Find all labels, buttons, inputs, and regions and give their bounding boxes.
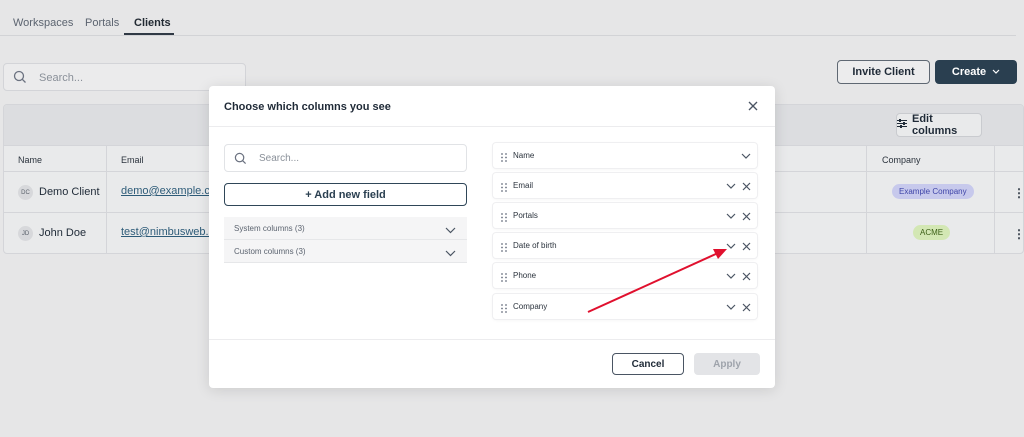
edit-columns-label: Edit columns bbox=[912, 113, 958, 137]
column-label: Portals bbox=[513, 211, 538, 220]
column-label: Name bbox=[513, 151, 535, 160]
row-menu-icon[interactable]: ⋮ bbox=[1013, 227, 1023, 241]
group-label: System columns (3) bbox=[234, 224, 305, 233]
column-item-company[interactable]: Company bbox=[493, 294, 757, 319]
search-placeholder: Search... bbox=[39, 72, 84, 84]
remove-column-icon[interactable] bbox=[742, 210, 751, 224]
custom-columns-group[interactable]: Custom columns (3) bbox=[224, 240, 467, 263]
choose-columns-modal: Choose which columns you see + Add new f… bbox=[209, 86, 775, 388]
sliders-icon bbox=[897, 119, 907, 131]
tab-portals[interactable]: Portals bbox=[85, 17, 119, 29]
remove-column-icon[interactable] bbox=[742, 240, 751, 254]
column-item-portals[interactable]: Portals bbox=[493, 203, 757, 228]
remove-column-icon[interactable] bbox=[742, 270, 751, 284]
chevron-down-icon bbox=[445, 223, 456, 237]
tab-clients[interactable]: Clients bbox=[134, 17, 171, 29]
chevron-down-icon bbox=[445, 246, 456, 260]
chevron-down-icon[interactable] bbox=[726, 239, 736, 253]
drag-handle-icon[interactable] bbox=[501, 181, 507, 195]
drag-handle-icon[interactable] bbox=[501, 211, 507, 225]
modal-title: Choose which columns you see bbox=[224, 101, 391, 113]
column-search-field[interactable] bbox=[224, 144, 467, 172]
drag-handle-icon[interactable] bbox=[501, 271, 507, 285]
chevron-down-icon[interactable] bbox=[726, 300, 736, 314]
column-label: Company bbox=[513, 302, 548, 311]
column-item-email[interactable]: Email bbox=[493, 173, 757, 198]
remove-column-icon[interactable] bbox=[742, 301, 751, 315]
chevron-down-icon[interactable] bbox=[726, 179, 736, 193]
search-icon bbox=[13, 70, 27, 87]
create-button-label: Create bbox=[951, 66, 987, 78]
column-label: Email bbox=[513, 181, 534, 190]
modal-footer-divider bbox=[209, 339, 775, 340]
create-button[interactable]: Create bbox=[935, 60, 1017, 84]
column-label: Date of birth bbox=[513, 241, 557, 250]
header-company[interactable]: Company bbox=[882, 155, 921, 165]
tab-bar: Workspaces Portals Clients bbox=[0, 0, 1016, 36]
column-search-input[interactable] bbox=[259, 151, 459, 166]
system-columns-group[interactable]: System columns (3) bbox=[224, 217, 467, 240]
client-email-link[interactable]: demo@example.com bbox=[121, 185, 209, 197]
client-email-link[interactable]: test@nimbusweb.co bbox=[121, 226, 209, 238]
column-item-date-of-birth[interactable]: Date of birth bbox=[493, 233, 757, 258]
drag-handle-icon[interactable] bbox=[501, 241, 507, 255]
company-badge: Example Company bbox=[892, 184, 974, 199]
search-icon bbox=[234, 152, 247, 168]
chevron-down-icon[interactable] bbox=[726, 269, 736, 283]
tab-workspaces[interactable]: Workspaces bbox=[13, 17, 73, 29]
add-new-field-button[interactable]: + Add new field bbox=[224, 183, 467, 206]
row-menu-icon[interactable]: ⋮ bbox=[1013, 186, 1023, 200]
header-name[interactable]: Name bbox=[18, 155, 42, 165]
client-name[interactable]: John Doe bbox=[39, 227, 86, 239]
close-icon[interactable] bbox=[745, 98, 761, 114]
invite-client-button[interactable]: Invite Client bbox=[837, 60, 930, 84]
avatar: JD bbox=[18, 226, 33, 241]
client-name[interactable]: Demo Client bbox=[39, 186, 100, 198]
cancel-button[interactable]: Cancel bbox=[612, 353, 684, 375]
drag-handle-icon[interactable] bbox=[501, 302, 507, 316]
chevron-down-icon bbox=[992, 66, 1000, 78]
apply-button[interactable]: Apply bbox=[694, 353, 760, 375]
column-item-phone[interactable]: Phone bbox=[493, 263, 757, 288]
modal-divider bbox=[209, 126, 775, 127]
group-label: Custom columns (3) bbox=[234, 247, 306, 256]
avatar: DC bbox=[18, 185, 33, 200]
header-email[interactable]: Email bbox=[121, 155, 144, 165]
company-badge: ACME bbox=[913, 225, 951, 240]
chevron-down-icon[interactable] bbox=[741, 149, 751, 163]
drag-handle-icon[interactable] bbox=[501, 151, 507, 165]
chevron-down-icon[interactable] bbox=[726, 209, 736, 223]
column-label: Phone bbox=[513, 271, 537, 280]
active-tab-indicator bbox=[124, 33, 174, 35]
column-item-name[interactable]: Name bbox=[493, 143, 757, 168]
remove-column-icon[interactable] bbox=[742, 180, 751, 194]
edit-columns-button[interactable]: Edit columns bbox=[896, 113, 982, 137]
